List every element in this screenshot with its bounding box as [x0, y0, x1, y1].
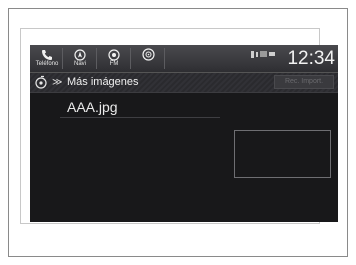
divider — [96, 48, 97, 69]
file-name: AAA.jpg — [67, 99, 118, 115]
phone-button[interactable]: Teléfono — [34, 48, 60, 70]
tel-icon — [260, 51, 267, 57]
navi-button[interactable]: Navi — [67, 48, 93, 70]
head-unit-screen: Teléfono Navi FM 12:34 ≫ Más imágenes Re… — [30, 45, 338, 222]
divider — [62, 48, 63, 69]
divider — [130, 48, 131, 69]
image-preview — [234, 130, 331, 178]
page-title: Más imágenes — [67, 76, 139, 88]
navigation-icon — [74, 48, 86, 61]
divider — [164, 48, 165, 69]
phone-icon — [41, 48, 53, 61]
signal-icon — [256, 51, 258, 57]
fm-label: FM — [109, 61, 119, 67]
list-item[interactable]: AAA.jpg — [60, 97, 220, 118]
title-bar: ≫ Más imágenes Rec. Import. — [30, 73, 338, 93]
breadcrumb-chevron: ≫ — [52, 77, 63, 88]
import-button[interactable]: Rec. Import. — [274, 75, 334, 89]
radio-icon — [108, 48, 120, 61]
battery-icon — [269, 52, 275, 56]
status-bar: Teléfono Navi FM 12:34 — [30, 45, 338, 73]
audio-button[interactable] — [135, 48, 161, 70]
back-icon[interactable] — [34, 75, 48, 89]
phone-label: Teléfono — [35, 61, 59, 67]
audio-source-icon — [141, 48, 155, 61]
status-indicators — [251, 49, 287, 59]
fm-button[interactable]: FM — [101, 48, 127, 70]
navi-label: Navi — [73, 61, 86, 67]
bluetooth-icon — [251, 50, 254, 58]
clock: 12:34 — [287, 48, 335, 69]
